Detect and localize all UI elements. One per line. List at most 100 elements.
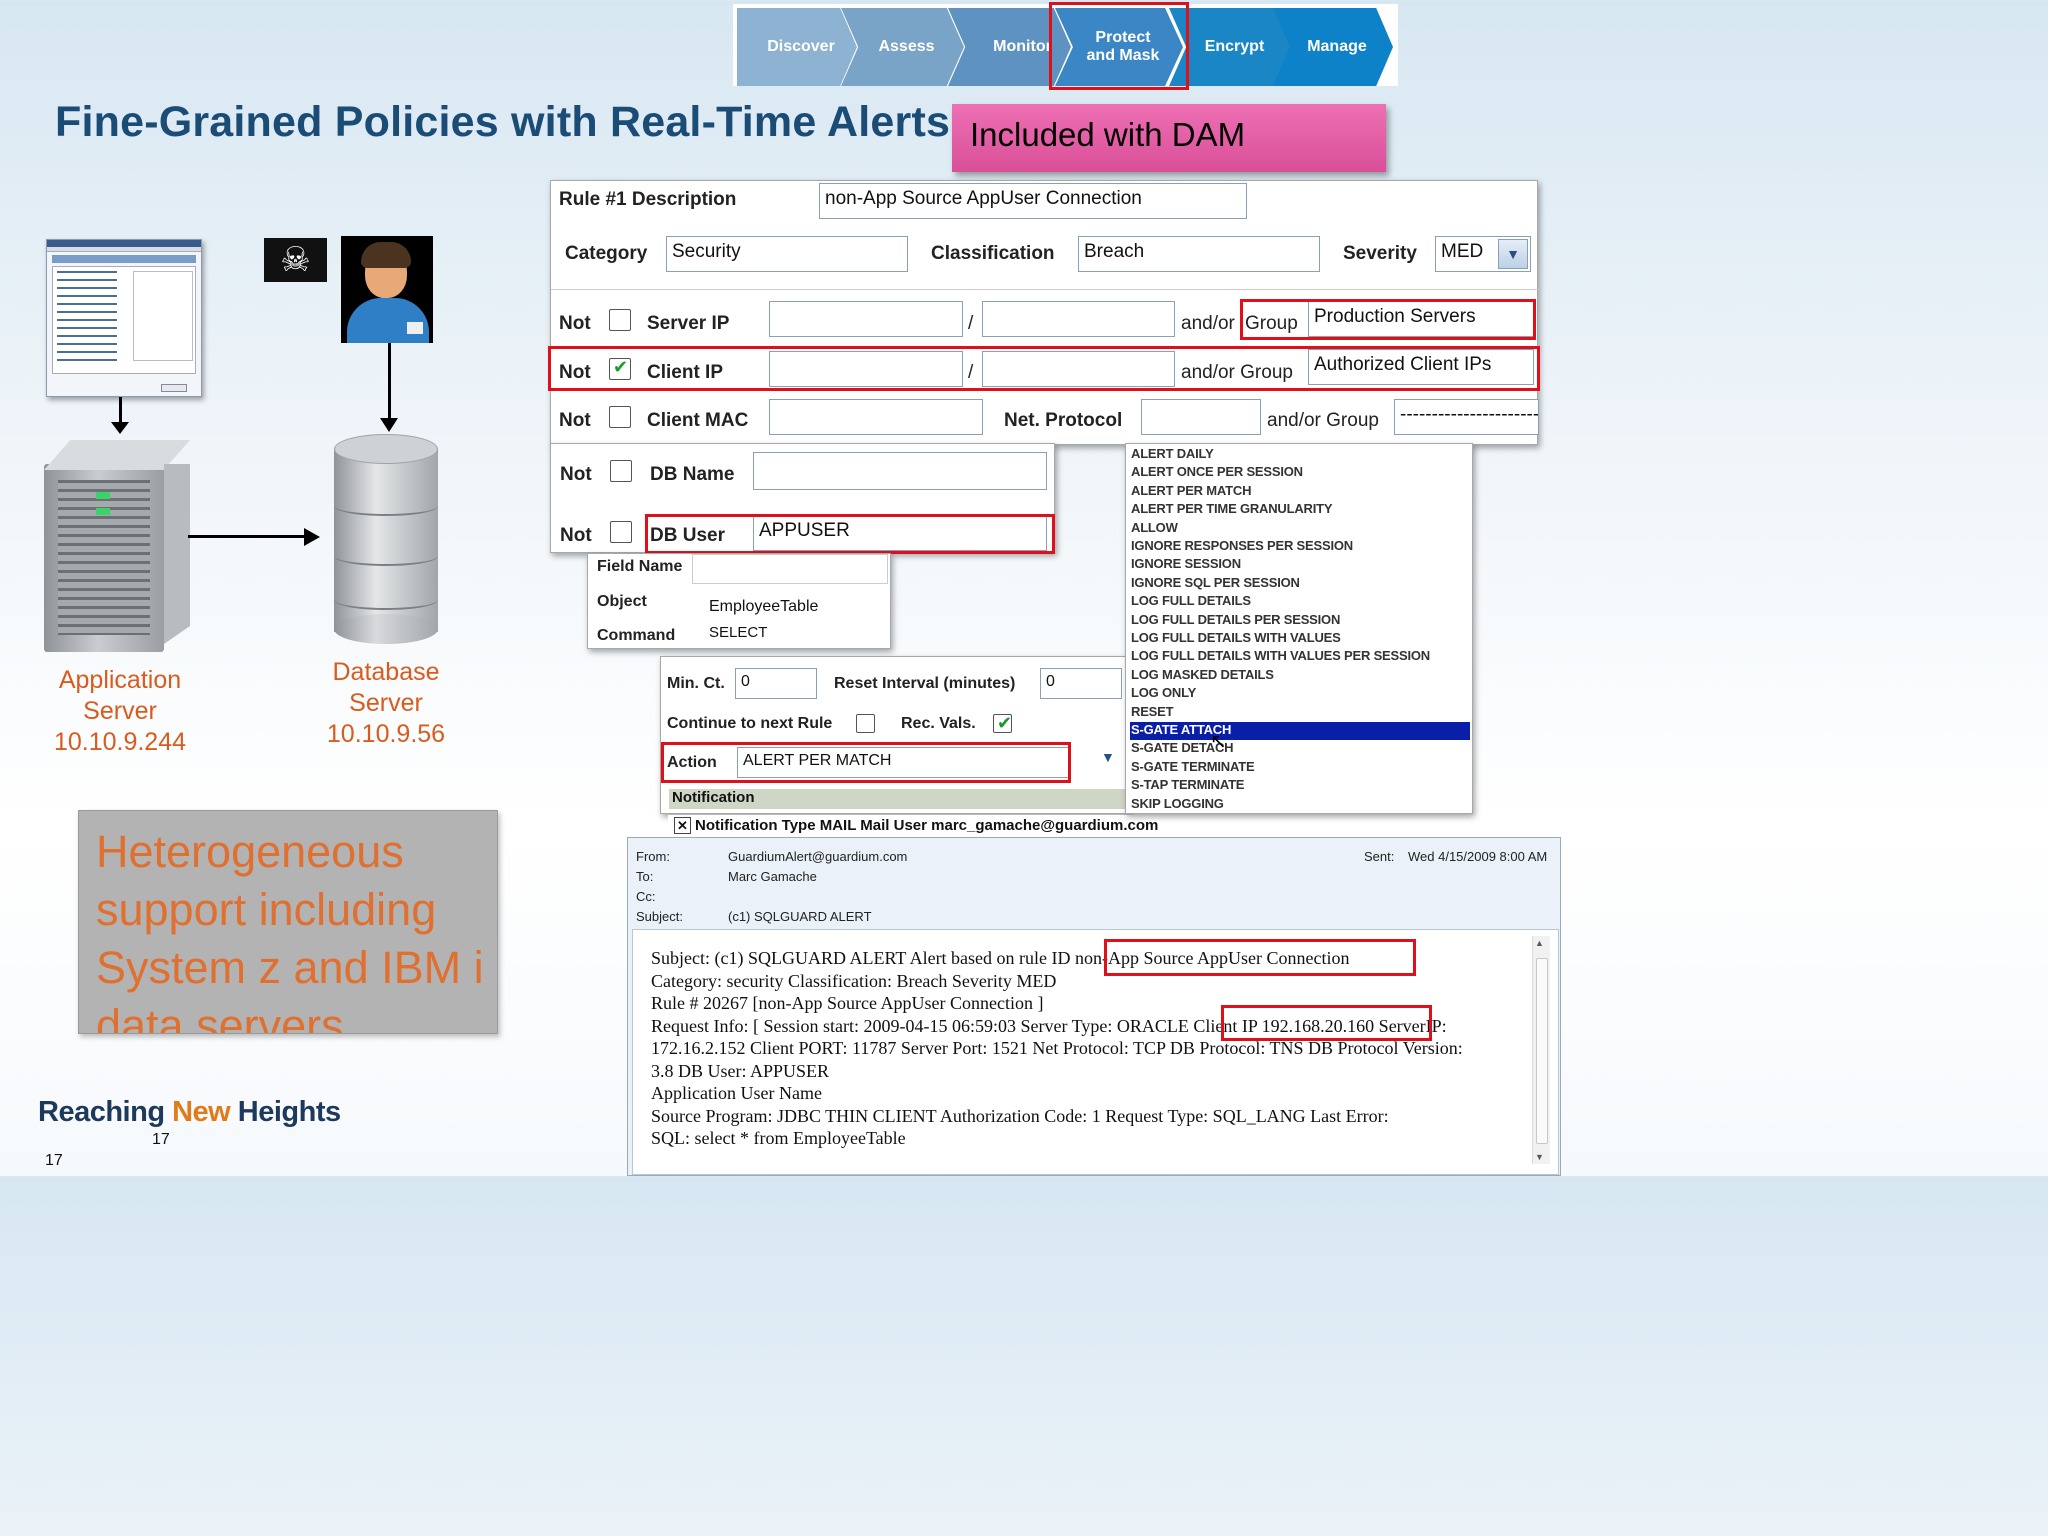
action-option[interactable]: ALERT DAILY <box>1130 446 1470 464</box>
rule-description-label: Rule #1 Description <box>559 189 737 210</box>
not-db-name-checkbox[interactable] <box>610 460 632 482</box>
action-option[interactable]: ALLOW <box>1130 520 1470 538</box>
category-label: Category <box>565 243 648 264</box>
brand-text: Heights <box>230 1096 341 1128</box>
severity-label: Severity <box>1343 243 1417 264</box>
step-assess: Assess <box>841 8 964 86</box>
body-line: 3.8 DB User: APPUSER <box>651 1061 830 1081</box>
rec-vals-label: Rec. Vals. <box>901 715 976 732</box>
action-option[interactable]: LOG FULL DETAILS WITH VALUES <box>1130 630 1470 648</box>
remove-notification-icon[interactable]: ✕ <box>674 817 691 834</box>
object-value: EmployeeTable <box>709 598 819 615</box>
body-line: SQL: select * from EmployeeTable <box>651 1128 906 1148</box>
body-line: Source Program: JDBC THIN CLIENT Authori… <box>651 1106 1389 1126</box>
field-name-field[interactable] <box>692 554 888 584</box>
email-scrollbar[interactable]: ▲ ▼ <box>1532 936 1550 1164</box>
not-label: Not <box>559 313 591 334</box>
chevron-down-icon[interactable]: ▼ <box>1101 749 1115 765</box>
from-value: GuardiumAlert@guardium.com <box>728 849 908 864</box>
action-option[interactable]: LOG FULL DETAILS PER SESSION <box>1130 612 1470 630</box>
server-ip-mask-field[interactable] <box>982 301 1175 337</box>
scroll-up-icon[interactable]: ▲ <box>1535 938 1544 948</box>
action-option[interactable]: S-GATE DETACH <box>1130 740 1470 758</box>
highlight-box <box>1049 2 1189 90</box>
app-server-label: Application Server 10.10.9.244 <box>53 666 187 756</box>
not-label: Not <box>560 525 592 546</box>
command-label: Command <box>597 627 676 644</box>
highlight-box <box>1221 1005 1432 1041</box>
slash: / <box>968 313 974 334</box>
application-window-thumbnail <box>46 239 202 397</box>
severity-value: MED <box>1441 241 1484 262</box>
subject-label: Subject: <box>636 909 683 924</box>
action-option[interactable]: S-GATE TERMINATE <box>1130 759 1470 777</box>
not-label: Not <box>560 464 592 485</box>
not-client-mac-checkbox[interactable] <box>609 406 631 428</box>
severity-select[interactable]: MED ▼ <box>1435 236 1531 272</box>
not-server-ip-checkbox[interactable] <box>609 309 631 331</box>
action-option[interactable]: IGNORE SESSION <box>1130 556 1470 574</box>
page-number: 17 <box>45 1152 63 1169</box>
action-option[interactable]: LOG FULL DETAILS <box>1130 593 1470 611</box>
db-name-label: DB Name <box>650 464 735 485</box>
action-dropdown-list[interactable]: ALERT DAILY ALERT ONCE PER SESSION ALERT P… <box>1125 443 1473 814</box>
arrow <box>388 343 391 421</box>
not-label: Not <box>559 410 591 431</box>
page-number: 17 <box>152 1131 170 1148</box>
field-name-label: Field Name <box>597 558 683 575</box>
db-name-field[interactable] <box>753 452 1047 490</box>
action-option[interactable]: S-GATE ATTACH <box>1130 722 1470 740</box>
footer-brand: Reaching New Heights <box>38 1096 341 1129</box>
net-protocol-label: Net. Protocol <box>1004 410 1123 431</box>
action-option[interactable]: ALERT ONCE PER SESSION <box>1130 464 1470 482</box>
scrollbar-thumb[interactable] <box>1536 958 1548 1144</box>
client-mac-field[interactable] <box>769 399 983 435</box>
action-option[interactable]: IGNORE RESPONSES PER SESSION <box>1130 538 1470 556</box>
step-label: Manage <box>1307 38 1367 55</box>
object-label: Object <box>597 593 647 610</box>
step-label: Discover <box>767 38 835 55</box>
action-option[interactable]: ALERT PER MATCH <box>1130 483 1470 501</box>
rec-vals-checkbox[interactable] <box>993 713 1012 734</box>
subject-value: (c1) SQLGUARD ALERT <box>728 909 872 924</box>
sent-value: Wed 4/15/2009 8:00 AM <box>1408 849 1548 864</box>
highlight-box <box>661 742 1071 783</box>
reset-interval-field[interactable]: 0 <box>1040 668 1122 699</box>
mac-group-field[interactable]: -------------------------- <box>1394 399 1539 435</box>
scroll-down-icon[interactable]: ▼ <box>1535 1152 1544 1162</box>
user-avatar <box>341 236 433 343</box>
action-option[interactable]: LOG ONLY <box>1130 685 1470 703</box>
continue-next-rule-checkbox[interactable] <box>856 714 875 733</box>
server-ip-field[interactable] <box>769 301 963 337</box>
skull-icon: ☠ <box>264 238 327 282</box>
not-db-user-checkbox[interactable] <box>610 521 632 543</box>
to-value: Marc Gamache <box>728 869 817 884</box>
action-option[interactable]: RESET <box>1130 704 1470 722</box>
action-panel: Min. Ct. 0 Reset Interval (minutes) 0 Co… <box>660 656 1130 814</box>
andor-group-label: and/or Group <box>1267 410 1379 431</box>
action-option[interactable]: ALERT PER TIME GRANULARITY <box>1130 501 1470 519</box>
chevron-down-icon[interactable]: ▼ <box>1498 239 1528 269</box>
action-option[interactable]: S-TAP TERMINATE <box>1130 777 1470 795</box>
arrow-head <box>111 422 129 434</box>
client-mac-label: Client MAC <box>647 410 749 431</box>
classification-field[interactable]: Breach <box>1078 236 1320 272</box>
net-protocol-field[interactable] <box>1141 399 1261 435</box>
dam-badge: Included with DAM <box>952 104 1386 172</box>
action-option[interactable]: LOG FULL DETAILS WITH VALUES PER SESSION <box>1130 648 1470 666</box>
cursor-icon: ↖ <box>1210 731 1227 753</box>
min-ct-label: Min. Ct. <box>667 675 725 692</box>
rule-description-field[interactable]: non-App Source AppUser Connection <box>819 183 1247 219</box>
email-body[interactable]: Subject: (c1) SQLGUARD ALERT Alert based… <box>632 929 1559 1175</box>
action-option[interactable]: SKIP LOGGING <box>1130 796 1470 814</box>
brand-text-accent: New <box>172 1096 231 1128</box>
action-option[interactable]: IGNORE SQL PER SESSION <box>1130 575 1470 593</box>
category-field[interactable]: Security <box>666 236 908 272</box>
brand-text: Reaching <box>38 1096 173 1128</box>
step-label: Monitor <box>993 38 1052 55</box>
step-label: Encrypt <box>1204 38 1265 55</box>
body-line: Rule # 20267 [non-App Source AppUser Con… <box>651 993 1044 1013</box>
min-ct-field[interactable]: 0 <box>735 668 817 699</box>
highlight-box <box>1240 299 1536 340</box>
action-option[interactable]: LOG MASKED DETAILS <box>1130 667 1470 685</box>
